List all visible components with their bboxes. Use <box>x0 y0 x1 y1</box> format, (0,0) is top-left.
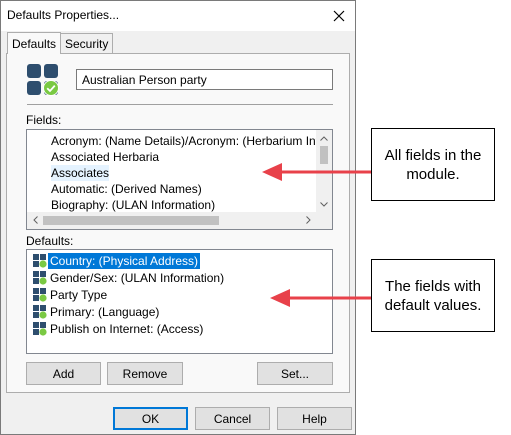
record-name-field[interactable] <box>76 69 333 90</box>
default-field-icon <box>33 322 47 336</box>
list-item[interactable]: Acronym: (Name Details)/Acronym: (Herbar… <box>51 133 332 149</box>
title-bar: Defaults Properties... <box>1 1 355 31</box>
list-item[interactable]: Publish on Internet: (Access) <box>33 321 205 337</box>
ok-button[interactable]: OK <box>113 407 188 430</box>
fields-label: Fields: <box>26 113 62 127</box>
default-field-icon <box>33 305 47 319</box>
list-item[interactable]: Primary: (Language) <box>33 304 161 320</box>
help-button[interactable]: Help <box>277 407 352 430</box>
chevron-left-icon <box>32 216 38 224</box>
scroll-thumb[interactable] <box>43 216 219 225</box>
defaults-annotation-arrow <box>270 289 371 307</box>
list-item-selected[interactable]: Associates <box>51 165 110 181</box>
scroll-left-arrow[interactable] <box>27 212 43 228</box>
tab-defaults-label: Defaults <box>12 36 57 51</box>
tab-defaults[interactable]: Defaults <box>7 32 62 54</box>
defaults-properties-dialog: Defaults Properties... Defaults Security… <box>0 0 356 435</box>
close-icon <box>333 10 345 22</box>
scroll-down-arrow[interactable] <box>316 196 332 212</box>
list-item-label: Publish on Internet: (Access) <box>50 322 204 336</box>
close-button[interactable] <box>323 1 355 31</box>
chevron-down-icon <box>320 201 328 207</box>
set-button[interactable]: Set... <box>257 362 333 385</box>
chevron-right-icon <box>305 216 311 224</box>
list-item[interactable]: Biography: (ULAN Information) <box>51 197 215 213</box>
default-field-icon <box>33 254 47 268</box>
scroll-right-arrow[interactable] <box>300 212 316 228</box>
list-item-label: Gender/Sex: (ULAN Information) <box>50 271 225 285</box>
list-item-label: Party Type <box>50 288 108 302</box>
default-field-icon <box>33 288 47 302</box>
remove-button[interactable]: Remove <box>107 362 183 385</box>
list-item[interactable]: Gender/Sex: (ULAN Information) <box>33 270 226 286</box>
tab-security[interactable]: Security <box>60 33 114 53</box>
list-item-selected[interactable]: Country: (Physical Address) <box>33 252 202 270</box>
list-item-label: Country: (Physical Address) <box>46 252 202 270</box>
list-item[interactable]: Associated Herbaria <box>51 149 159 165</box>
tab-security-label: Security <box>65 36 109 51</box>
defaults-label: Defaults: <box>26 234 74 248</box>
defaults-grid-icon <box>27 64 59 96</box>
add-button[interactable]: Add <box>26 362 101 385</box>
cancel-button[interactable]: Cancel <box>195 407 270 430</box>
default-field-icon <box>33 271 47 285</box>
defaults-callout: The fields with default values. <box>371 259 495 332</box>
list-item-label: Primary: (Language) <box>50 305 160 319</box>
fields-annotation-arrow <box>262 163 371 181</box>
fields-callout: All fields in the module. <box>371 128 495 201</box>
list-item[interactable]: Party Type <box>33 287 109 303</box>
scroll-corner <box>316 212 332 229</box>
chevron-up-icon <box>320 135 328 141</box>
separator <box>27 104 333 105</box>
window-title: Defaults Properties... <box>7 8 120 22</box>
fields-horizontal-scrollbar[interactable] <box>27 212 316 229</box>
scroll-up-arrow[interactable] <box>316 130 332 146</box>
list-item[interactable]: Automatic: (Derived Names) <box>51 181 202 197</box>
